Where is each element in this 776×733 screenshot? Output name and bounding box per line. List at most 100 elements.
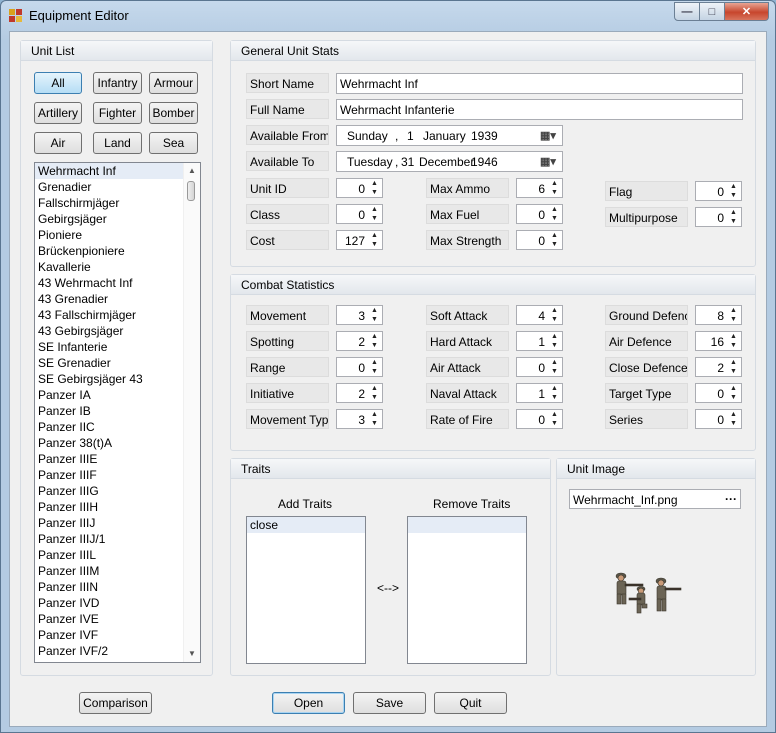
spin-down-icon[interactable]: ▼ xyxy=(547,188,562,197)
spin-up-icon[interactable]: ▲ xyxy=(367,332,382,341)
list-item[interactable]: 43 Gebirgsjäger xyxy=(35,323,183,339)
spin-buttons[interactable]: ▲ ▼ xyxy=(367,306,382,324)
spin-up-icon[interactable]: ▲ xyxy=(547,306,562,315)
spin-down-icon[interactable]: ▼ xyxy=(367,341,382,350)
spin-down-icon[interactable]: ▼ xyxy=(367,419,382,428)
spin-up-icon[interactable]: ▲ xyxy=(367,179,382,188)
open-button[interactable]: Open xyxy=(272,692,345,714)
spin-buttons[interactable]: ▲ ▼ xyxy=(547,179,562,197)
list-item[interactable]: Panzer IIIN xyxy=(35,579,183,595)
series-stepper[interactable]: 0 ▲ ▼ xyxy=(695,409,742,429)
spin-up-icon[interactable]: ▲ xyxy=(367,205,382,214)
spin-down-icon[interactable]: ▼ xyxy=(726,191,741,200)
maximize-button[interactable]: □ xyxy=(700,2,725,21)
full-name-field[interactable]: Wehrmacht Infanterie xyxy=(336,99,743,120)
list-item[interactable]: Panzer IIIF xyxy=(35,467,183,483)
spin-buttons[interactable]: ▲ ▼ xyxy=(726,332,741,350)
spin-down-icon[interactable]: ▼ xyxy=(726,315,741,324)
spin-buttons[interactable]: ▲ ▼ xyxy=(367,179,382,197)
spin-down-icon[interactable]: ▼ xyxy=(367,240,382,249)
spin-buttons[interactable]: ▲ ▼ xyxy=(367,358,382,376)
spin-buttons[interactable]: ▲ ▼ xyxy=(547,358,562,376)
ground-defence-stepper[interactable]: 8 ▲ ▼ xyxy=(695,305,742,325)
spin-buttons[interactable]: ▲ ▼ xyxy=(547,205,562,223)
multipurpose-stepper[interactable]: 0 ▲ ▼ xyxy=(695,207,742,227)
max-fuel-stepper[interactable]: 0 ▲ ▼ xyxy=(516,204,563,224)
filter-button-all[interactable]: All xyxy=(34,72,82,94)
spin-down-icon[interactable]: ▼ xyxy=(367,393,382,402)
max-strength-stepper[interactable]: 0 ▲ ▼ xyxy=(516,230,563,250)
list-item[interactable]: Wehrmacht Inf xyxy=(35,163,183,179)
spin-buttons[interactable]: ▲ ▼ xyxy=(726,208,741,226)
list-item[interactable]: SE Gebirgsjäger 43 xyxy=(35,371,183,387)
spin-down-icon[interactable]: ▼ xyxy=(726,367,741,376)
filter-button-bomber[interactable]: Bomber xyxy=(149,102,198,124)
list-item[interactable]: Panzer IA xyxy=(35,387,183,403)
trait-list-item[interactable]: close xyxy=(247,517,365,533)
list-item[interactable]: Panzer IVF/2 xyxy=(35,643,183,659)
unit-listbox[interactable]: Wehrmacht Inf Grenadier Fallschirmjäger Geb… xyxy=(34,162,201,663)
spin-down-icon[interactable]: ▼ xyxy=(726,419,741,428)
movement-stepper[interactable]: 3 ▲ ▼ xyxy=(336,305,383,325)
flag-stepper[interactable]: 0 ▲ ▼ xyxy=(695,181,742,201)
spin-buttons[interactable]: ▲ ▼ xyxy=(547,410,562,428)
list-item[interactable]: Panzer 38(t)A xyxy=(35,435,183,451)
filter-button-infantry[interactable]: Infantry xyxy=(93,72,142,94)
spin-up-icon[interactable]: ▲ xyxy=(547,205,562,214)
list-item[interactable]: Panzer IIIJ xyxy=(35,515,183,531)
list-item[interactable]: Fallschirmjäger xyxy=(35,195,183,211)
browse-ellipsis-button[interactable]: ··· xyxy=(725,492,737,506)
spin-up-icon[interactable]: ▲ xyxy=(367,384,382,393)
swap-traits-button[interactable]: <--> xyxy=(377,581,399,595)
spin-up-icon[interactable]: ▲ xyxy=(726,208,741,217)
spin-up-icon[interactable]: ▲ xyxy=(547,179,562,188)
air-defence-stepper[interactable]: 16 ▲ ▼ xyxy=(695,331,742,351)
spin-buttons[interactable]: ▲ ▼ xyxy=(726,358,741,376)
scroll-down-icon[interactable]: ▼ xyxy=(184,646,200,662)
spin-down-icon[interactable]: ▼ xyxy=(726,393,741,402)
spin-up-icon[interactable]: ▲ xyxy=(726,332,741,341)
spin-buttons[interactable]: ▲ ▼ xyxy=(367,231,382,249)
filter-button-sea[interactable]: Sea xyxy=(149,132,198,154)
spin-up-icon[interactable]: ▲ xyxy=(547,384,562,393)
spin-down-icon[interactable]: ▼ xyxy=(547,341,562,350)
spin-up-icon[interactable]: ▲ xyxy=(367,306,382,315)
list-item[interactable]: Panzer IVD xyxy=(35,595,183,611)
initiative-stepper[interactable]: 2 ▲ ▼ xyxy=(336,383,383,403)
available-from-date-picker[interactable]: Sunday , 1 January 1939 ▦▾ xyxy=(336,125,563,146)
calendar-dropdown-icon[interactable]: ▦▾ xyxy=(540,129,558,142)
spin-buttons[interactable]: ▲ ▼ xyxy=(726,410,741,428)
soft-attack-stepper[interactable]: 4 ▲ ▼ xyxy=(516,305,563,325)
spin-down-icon[interactable]: ▼ xyxy=(547,367,562,376)
unit-image-filename-field[interactable]: Wehrmacht_Inf.png ··· xyxy=(569,489,741,509)
spin-up-icon[interactable]: ▲ xyxy=(367,358,382,367)
spin-down-icon[interactable]: ▼ xyxy=(547,214,562,223)
spin-buttons[interactable]: ▲ ▼ xyxy=(726,306,741,324)
movement-type-stepper[interactable]: 3 ▲ ▼ xyxy=(336,409,383,429)
unit-list-scrollbar[interactable]: ▲ ▼ xyxy=(183,163,200,662)
spin-buttons[interactable]: ▲ ▼ xyxy=(726,384,741,402)
max-ammo-stepper[interactable]: 6 ▲ ▼ xyxy=(516,178,563,198)
spin-buttons[interactable]: ▲ ▼ xyxy=(547,306,562,324)
spin-buttons[interactable]: ▲ ▼ xyxy=(367,205,382,223)
list-item[interactable]: Panzer IIIH xyxy=(35,499,183,515)
quit-button[interactable]: Quit xyxy=(434,692,507,714)
list-item[interactable]: Kavallerie xyxy=(35,259,183,275)
spin-buttons[interactable]: ▲ ▼ xyxy=(726,182,741,200)
spin-buttons[interactable]: ▲ ▼ xyxy=(367,384,382,402)
scroll-thumb[interactable] xyxy=(187,181,195,201)
list-item[interactable]: SE Infanterie xyxy=(35,339,183,355)
list-item[interactable]: Panzer IVF xyxy=(35,627,183,643)
hard-attack-stepper[interactable]: 1 ▲ ▼ xyxy=(516,331,563,351)
spin-down-icon[interactable]: ▼ xyxy=(547,419,562,428)
target-type-stepper[interactable]: 0 ▲ ▼ xyxy=(695,383,742,403)
filter-button-armour[interactable]: Armour xyxy=(149,72,198,94)
list-item[interactable]: 43 Wehrmacht Inf xyxy=(35,275,183,291)
spin-down-icon[interactable]: ▼ xyxy=(726,217,741,226)
comparison-button[interactable]: Comparison xyxy=(79,692,152,714)
list-item[interactable]: Brückenpioniere xyxy=(35,243,183,259)
title-bar[interactable]: Equipment Editor — □ ✕ xyxy=(1,1,775,31)
list-item[interactable]: Pioniere xyxy=(35,227,183,243)
list-item[interactable]: Panzer IIIM xyxy=(35,563,183,579)
add-traits-list[interactable]: close xyxy=(246,516,366,664)
